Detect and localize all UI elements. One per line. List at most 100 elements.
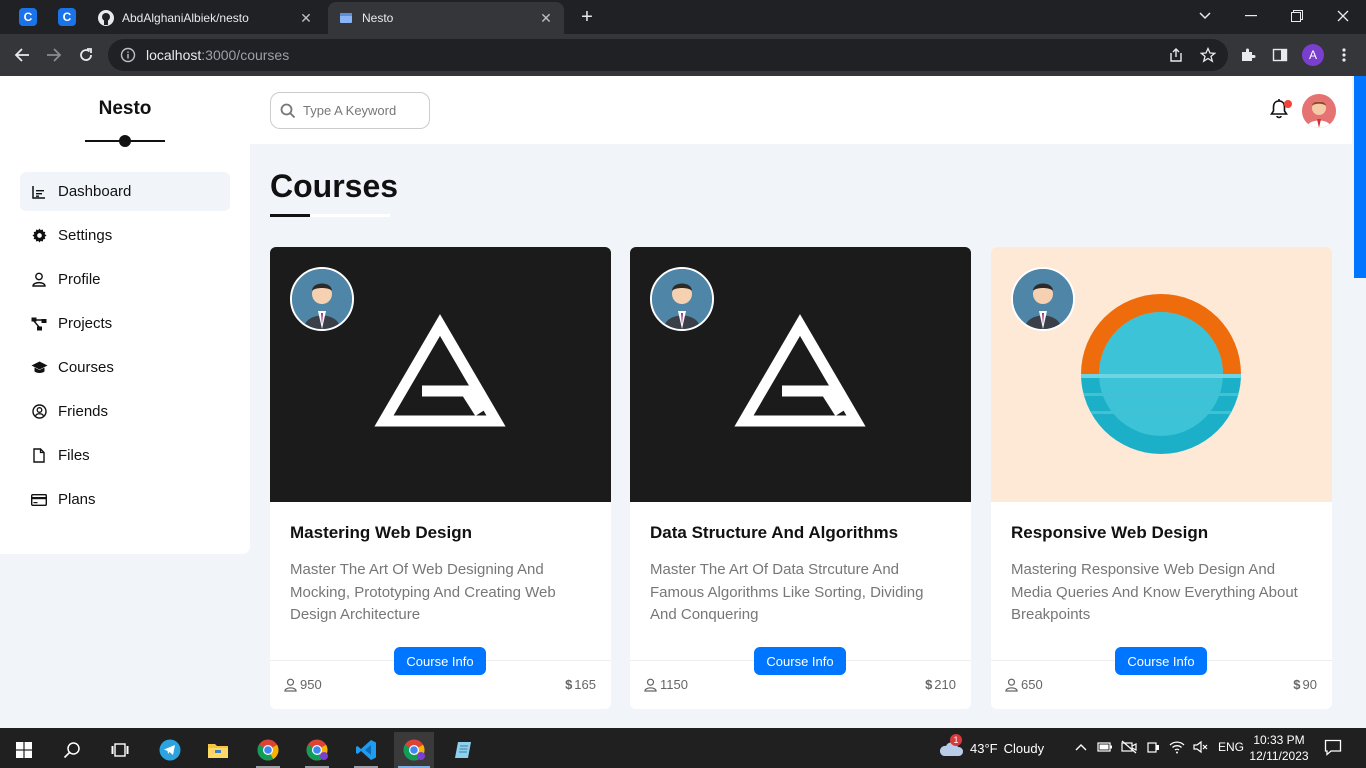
vscode-icon[interactable] — [346, 732, 386, 768]
diagram-icon — [30, 315, 48, 333]
tab-title: AbdAlghaniAlbiek/nesto — [122, 11, 249, 25]
menu-dots-icon[interactable] — [1332, 43, 1356, 67]
dollar-icon: $ — [565, 677, 573, 692]
sidebar-item-label: Dashboard — [58, 183, 132, 200]
address-bar[interactable]: localhost:3000/courses — [108, 39, 1228, 71]
sidebar-item-label: Files — [58, 447, 90, 464]
dollar-icon: $ — [925, 677, 933, 692]
user-icon — [644, 678, 657, 692]
course-students: 950 — [284, 677, 322, 692]
browser-tab-nesto[interactable]: Nesto ✕ — [328, 2, 564, 34]
task-view-icon[interactable] — [100, 732, 140, 768]
weather-badge: 1 — [950, 734, 962, 746]
price-value: 90 — [1302, 677, 1317, 692]
sidebar-item-projects[interactable]: Projects — [20, 304, 230, 343]
clock[interactable]: 10:33 PM 12/11/2023 — [1248, 732, 1310, 764]
title-underline — [270, 214, 390, 217]
camera-icon[interactable] — [1144, 738, 1162, 756]
sidebar-item-label: Friends — [58, 403, 109, 420]
course-description: Master The Art Of Web Designing And Mock… — [290, 561, 556, 623]
user-circle-icon — [30, 403, 48, 421]
sidebar-item-dashboard[interactable]: Dashboard — [20, 172, 230, 211]
minimize-button[interactable] — [1228, 0, 1274, 32]
user-icon — [284, 678, 297, 692]
user-avatar[interactable] — [1302, 94, 1336, 128]
notifications-bell-icon[interactable] — [1268, 98, 1292, 122]
tab-title: Nesto — [362, 11, 394, 25]
search-icon[interactable] — [52, 732, 92, 768]
browser-tabstrip: C C AbdAlghaniAlbiek/nesto ✕ Nesto ✕ + — [0, 0, 1366, 34]
info-icon[interactable] — [120, 47, 136, 63]
browser-tab-github[interactable]: AbdAlghaniAlbiek/nesto ✕ — [88, 2, 324, 34]
course-title: Responsive Web Design — [1011, 523, 1209, 542]
pinned-tab-icon[interactable]: C — [19, 8, 37, 26]
user-icon — [1005, 678, 1018, 692]
browser-toolbar: localhost:3000/courses A — [0, 34, 1366, 76]
close-window-button[interactable] — [1320, 0, 1366, 32]
bookmark-star-icon[interactable] — [1196, 43, 1220, 67]
sidebar-item-courses[interactable]: Courses — [20, 348, 230, 387]
course-card: Data Structure And Algorithms Master The… — [630, 247, 971, 709]
course-info-button[interactable]: Course Info — [754, 647, 846, 675]
course-price: $ 165 — [565, 677, 596, 692]
github-icon — [98, 10, 114, 26]
close-icon[interactable]: ✕ — [538, 10, 554, 26]
page-scrollbar[interactable] — [1352, 76, 1366, 728]
chrome-profile-icon[interactable] — [297, 732, 337, 768]
page-viewport: Nesto Dashboard Settings Profile Project… — [0, 76, 1366, 728]
course-price: $ 210 — [925, 677, 956, 692]
chrome-active-icon[interactable] — [394, 732, 434, 768]
sidebar-item-settings[interactable]: Settings — [20, 216, 230, 255]
course-title: Data Structure And Algorithms — [650, 523, 899, 542]
new-tab-button[interactable]: + — [576, 6, 598, 28]
weather-widget[interactable]: 1 43°F Cloudy — [938, 734, 1044, 760]
chart-icon — [30, 183, 48, 201]
course-students: 650 — [1005, 677, 1043, 692]
sidebar-item-profile[interactable]: Profile — [20, 260, 230, 299]
file-icon — [30, 447, 48, 465]
page-title: Courses — [270, 168, 399, 204]
extensions-icon[interactable] — [1236, 43, 1260, 67]
back-icon[interactable] — [10, 43, 34, 67]
windows-start-icon[interactable] — [4, 732, 44, 768]
course-info-button[interactable]: Course Info — [1115, 647, 1207, 675]
instructor-avatar — [290, 267, 354, 331]
pinned-tab-icon[interactable]: C — [58, 8, 76, 26]
wifi-icon[interactable] — [1168, 738, 1186, 756]
sidebar-item-label: Projects — [58, 315, 113, 332]
meet-now-muted-icon[interactable] — [1120, 738, 1138, 756]
battery-icon[interactable] — [1096, 738, 1114, 756]
search-input[interactable] — [303, 103, 423, 118]
page-icon — [338, 10, 354, 26]
close-icon[interactable]: ✕ — [298, 10, 314, 26]
students-count: 650 — [1021, 677, 1043, 692]
file-explorer-icon[interactable] — [198, 732, 238, 768]
forward-icon[interactable] — [42, 43, 66, 67]
share-icon[interactable] — [1164, 43, 1188, 67]
side-panel-icon[interactable] — [1268, 43, 1292, 67]
chrome-icon[interactable] — [248, 732, 288, 768]
profile-avatar[interactable]: A — [1302, 44, 1324, 66]
language-indicator[interactable]: ENG — [1218, 740, 1244, 754]
gear-icon — [30, 227, 48, 245]
scrollbar-thumb[interactable] — [1354, 76, 1366, 278]
sidebar-item-files[interactable]: Files — [20, 436, 230, 475]
telegram-icon[interactable] — [150, 732, 190, 768]
volume-muted-icon[interactable] — [1192, 738, 1210, 756]
chevron-up-icon[interactable] — [1072, 738, 1090, 756]
notepad-icon[interactable] — [444, 732, 484, 768]
price-value: 165 — [574, 677, 596, 692]
page-header — [250, 76, 1352, 144]
search-box[interactable] — [270, 92, 430, 129]
url-host: localhost — [146, 47, 202, 63]
sidebar-item-friends[interactable]: Friends — [20, 392, 230, 431]
clock-date: 12/11/2023 — [1249, 749, 1309, 763]
sidebar-item-plans[interactable]: Plans — [20, 480, 230, 519]
notification-dot — [1284, 100, 1292, 108]
tab-search-icon[interactable] — [1182, 0, 1228, 32]
course-info-button[interactable]: Course Info — [394, 647, 486, 675]
reload-icon[interactable] — [74, 43, 98, 67]
restore-button[interactable] — [1274, 0, 1320, 32]
notification-center-icon[interactable] — [1324, 738, 1344, 758]
url-path: :3000/courses — [201, 47, 290, 63]
